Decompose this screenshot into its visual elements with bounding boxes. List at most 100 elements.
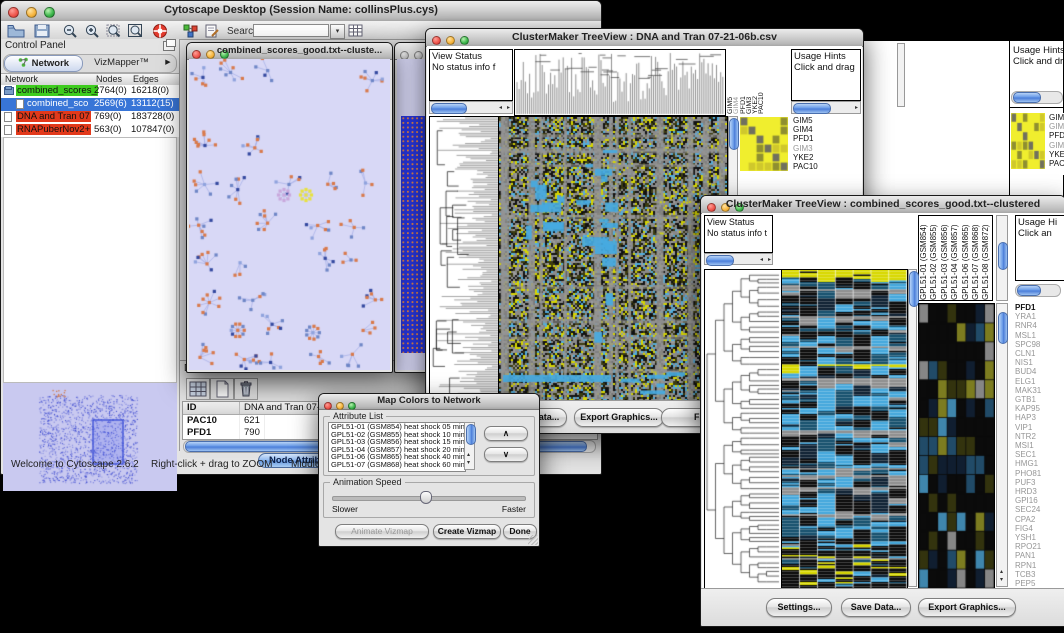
gene-label[interactable]: GIM4 bbox=[1049, 122, 1064, 131]
usage-hscrollbar[interactable]: ▸ bbox=[791, 101, 861, 114]
gene-label[interactable]: MSL1 bbox=[1015, 331, 1064, 340]
gene-label[interactable]: ELG1 bbox=[1015, 377, 1064, 386]
zoom-vscrollbar[interactable]: ▴ ▾ bbox=[996, 303, 1008, 587]
treeview1-titlebar[interactable]: ClusterMaker TreeView : DNA and Tran 07-… bbox=[426, 29, 863, 47]
treeview2-titlebar[interactable]: ClusterMaker TreeView : combined_scores_… bbox=[701, 196, 1064, 214]
gene-label[interactable]: PFD1 bbox=[793, 134, 853, 143]
delete-attribute-icon[interactable] bbox=[234, 378, 258, 400]
gene-label[interactable]: NIS1 bbox=[1015, 358, 1064, 367]
id-column-header[interactable]: ID bbox=[183, 402, 240, 414]
gene-label[interactable]: YRA1 bbox=[1015, 312, 1064, 321]
search-dropdown-button[interactable]: ▾ bbox=[330, 24, 345, 39]
scroll-right-arrow[interactable]: ▸ bbox=[768, 256, 771, 265]
gene-label[interactable]: PAC10 bbox=[793, 162, 853, 171]
gene-label[interactable]: TCB3 bbox=[1015, 570, 1064, 579]
attribute-list-item[interactable]: GPL51-07 (GSM868) heat shock 60 min bbox=[329, 461, 465, 469]
export-graphics-button[interactable]: Export Graphics... bbox=[918, 598, 1016, 617]
column-label[interactable]: PFD1 bbox=[740, 49, 746, 114]
float-panel-icon[interactable] bbox=[163, 41, 175, 51]
network-table-row[interactable]: combined_sco2569(6)13112(15) bbox=[1, 98, 179, 111]
gene-label[interactable]: MSI1 bbox=[1015, 441, 1064, 450]
animate-vizmap-button[interactable]: Animate Vizmap bbox=[335, 524, 429, 539]
open-icon[interactable] bbox=[7, 23, 25, 39]
create-vizmap-button[interactable]: Create Vizmap bbox=[433, 524, 501, 539]
network-view-titlebar[interactable]: combined_scores_good.txt--cluste... bbox=[187, 43, 392, 60]
gene-label[interactable]: RPO21 bbox=[1015, 542, 1064, 551]
close-button[interactable] bbox=[192, 50, 201, 59]
settings-button[interactable]: Settings... bbox=[766, 598, 832, 617]
tab-network[interactable]: Network bbox=[4, 55, 83, 72]
vizmapper-icon[interactable] bbox=[182, 23, 200, 39]
column-label[interactable]: GPL51-08 (GSM872) bbox=[981, 216, 991, 300]
gene-label[interactable]: RNR4 bbox=[1015, 321, 1064, 330]
gene-label[interactable]: PAC10 bbox=[1049, 159, 1064, 168]
gene-label[interactable]: GIM3 bbox=[1049, 141, 1064, 150]
vscroll-thumb[interactable] bbox=[998, 312, 1008, 344]
attribute-table-icon[interactable] bbox=[347, 23, 365, 39]
gene-label[interactable]: SPC98 bbox=[1015, 340, 1064, 349]
gene-label[interactable]: YKE2 bbox=[793, 153, 853, 162]
scroll-down-arrow[interactable]: ▾ bbox=[467, 459, 470, 468]
scroll-left-arrow[interactable]: ◂ bbox=[499, 104, 502, 113]
annotation-icon[interactable] bbox=[203, 23, 221, 39]
view-status-hscrollbar[interactable]: ◂ ▸ bbox=[704, 253, 773, 265]
hscroll-thumb[interactable] bbox=[431, 103, 467, 114]
global-heatmap-canvas[interactable] bbox=[498, 116, 728, 403]
resize-grip[interactable] bbox=[528, 535, 538, 545]
speed-slider-thumb[interactable] bbox=[420, 491, 432, 504]
column-dendrogram-canvas[interactable] bbox=[514, 49, 726, 116]
gene-label[interactable]: RPN1 bbox=[1015, 561, 1064, 570]
zoom-in-icon[interactable] bbox=[83, 23, 101, 39]
gene-label[interactable]: HAP3 bbox=[1015, 413, 1064, 422]
zoom-out-icon[interactable] bbox=[61, 23, 79, 39]
gene-label[interactable]: KAP95 bbox=[1015, 404, 1064, 413]
scroll-down-arrow[interactable]: ▾ bbox=[1000, 576, 1003, 585]
scroll-left-arrow[interactable]: ◂ bbox=[760, 256, 763, 265]
gene-label[interactable]: FIG4 bbox=[1015, 524, 1064, 533]
vscroll-thumb[interactable] bbox=[729, 118, 739, 150]
hscroll-thumb[interactable] bbox=[1013, 92, 1041, 103]
create-attribute-icon[interactable] bbox=[210, 378, 234, 400]
global-heatmap-canvas[interactable] bbox=[781, 269, 908, 589]
vscroll-thumb[interactable] bbox=[466, 424, 476, 445]
vscroll-thumb[interactable] bbox=[998, 242, 1008, 270]
network-overview-thumbnail[interactable] bbox=[3, 383, 177, 491]
gene-label[interactable]: NTR2 bbox=[1015, 432, 1064, 441]
gene-label[interactable]: GIM5 bbox=[1049, 113, 1064, 122]
gene-label[interactable]: PUF3 bbox=[1015, 478, 1064, 487]
move-down-button[interactable]: ∨ bbox=[484, 447, 528, 462]
label-vscrollbar[interactable] bbox=[996, 215, 1008, 301]
gene-label[interactable]: GPI16 bbox=[1015, 496, 1064, 505]
hscroll-thumb[interactable] bbox=[706, 255, 734, 266]
attribute-list-vscrollbar[interactable]: ▴ ▾ bbox=[464, 422, 475, 470]
gene-label[interactable]: HMG1 bbox=[1015, 459, 1064, 468]
network-table-row[interactable]: combined_scores_2764(0)16218(0) bbox=[1, 85, 179, 98]
gene-label[interactable]: SEC1 bbox=[1015, 450, 1064, 459]
column-label[interactable]: PAC10 bbox=[758, 49, 764, 114]
search-input[interactable] bbox=[253, 24, 329, 37]
column-label[interactable]: GPL51-07 (GSM868) bbox=[971, 216, 981, 300]
save-icon[interactable] bbox=[33, 23, 51, 39]
gene-label[interactable]: GIM5 bbox=[793, 116, 853, 125]
scroll-right-arrow[interactable]: ▸ bbox=[855, 104, 858, 113]
heatmap-vscrollbar[interactable] bbox=[908, 269, 917, 587]
column-label[interactable]: GPL51-01 (GSM854) bbox=[919, 216, 929, 300]
column-edges[interactable]: Edges bbox=[133, 74, 159, 84]
network-tree-area[interactable] bbox=[3, 137, 177, 383]
column-label[interactable]: GPL51-03 (GSM856) bbox=[940, 216, 950, 300]
gene-label[interactable]: GTB1 bbox=[1015, 395, 1064, 404]
column-label[interactable]: GPL51-02 (GSM855) bbox=[929, 216, 939, 300]
gene-label[interactable]: CLN1 bbox=[1015, 349, 1064, 358]
vscrollbar[interactable] bbox=[897, 43, 905, 107]
hscroll-thumb[interactable] bbox=[1017, 285, 1041, 296]
network-canvas[interactable] bbox=[189, 59, 390, 370]
gene-label[interactable]: GIM4 bbox=[793, 125, 853, 134]
export-graphics-button[interactable]: Export Graphics... bbox=[574, 408, 664, 427]
zoom-heatmap-canvas[interactable] bbox=[918, 303, 995, 589]
gene-label[interactable]: GIM3 bbox=[793, 144, 853, 153]
network-table-row[interactable]: RNAPuberNov2+563(0)107847(0) bbox=[1, 124, 179, 137]
main-titlebar[interactable]: Cytoscape Desktop (Session Name: collins… bbox=[1, 1, 601, 22]
gene-label[interactable]: HRD3 bbox=[1015, 487, 1064, 496]
column-nodes[interactable]: Nodes bbox=[96, 74, 122, 84]
gene-label[interactable]: PEP5 bbox=[1015, 579, 1064, 587]
